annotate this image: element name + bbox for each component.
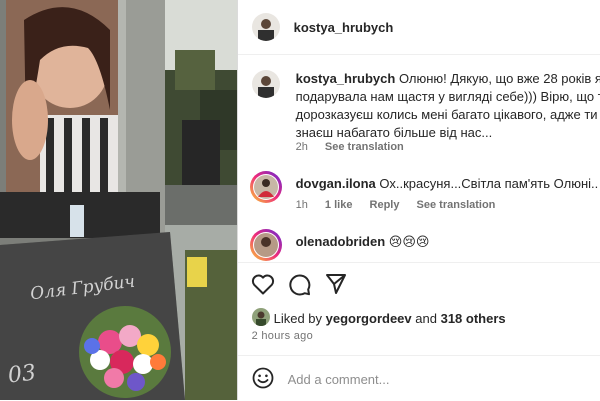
comment-line: Олюню! Дякую, що вже 28 років як	[398, 71, 600, 86]
see-translation-link[interactable]: See translation	[325, 141, 404, 153]
comment-body: Ох..красуня...Світла пам'ять Олюні..	[379, 176, 599, 191]
liked-by-summary: Liked by yegorgordeev and 318 others	[274, 311, 506, 326]
emoji-icon[interactable]	[252, 367, 274, 394]
comment-body: 😢😢😢	[388, 234, 430, 249]
comment-time: 2h	[295, 141, 308, 153]
comment-line: дорозказуєш колись мені багато цікавого,…	[295, 107, 600, 122]
post-header: kostya_hrubych	[237, 0, 600, 55]
comment-username[interactable]: dovgan.ilona	[296, 176, 376, 191]
send-icon[interactable]	[325, 273, 347, 300]
comment-avatar[interactable]	[249, 229, 282, 261]
comment-line: подарувала нам щастя у вигляді себе))) В…	[295, 89, 600, 104]
instagram-post-window: Оля Грубич 03 kostya_hrubych kostya_hrub…	[0, 0, 600, 400]
comment-time: 1h	[295, 199, 308, 211]
comment-text: dovgan.ilona Ох..красуня...Світла пам'ят…	[296, 175, 599, 193]
post-photo[interactable]: Оля Грубич 03	[0, 0, 237, 400]
comment-avatar[interactable]	[249, 171, 282, 203]
comment-username[interactable]: olenadobriden	[296, 234, 386, 249]
comment-text: kostya_hrubych Олюню! Дякую, що вже 28 р…	[296, 70, 600, 142]
comment-like-count[interactable]: 1 like	[325, 199, 353, 211]
comments-panel: kostya_hrubych kostya_hrubych Олюню! Дяк…	[236, 0, 600, 401]
reply-link[interactable]: Reply	[370, 199, 400, 211]
post-actions-bar	[237, 262, 600, 305]
author-avatar[interactable]	[251, 13, 280, 41]
liked-by-prefix: Liked by	[273, 311, 323, 326]
comment-icon[interactable]	[288, 273, 311, 301]
comment-avatar[interactable]	[251, 70, 280, 98]
liked-by-others[interactable]: 318 others	[441, 311, 506, 326]
see-translation-link[interactable]: See translation	[417, 199, 496, 211]
post-timestamp[interactable]: 2 hours ago	[252, 330, 313, 342]
liked-by-user[interactable]: yegorgordeev	[326, 311, 412, 326]
monument-date-fragment: 03	[6, 360, 38, 389]
comment-meta: 1h 1 like Reply See translation	[296, 199, 510, 211]
add-comment-input[interactable]: Add a comment...	[288, 372, 390, 387]
comment-line: знаєш набагато більше від нас...	[295, 125, 493, 140]
memorial-photo-illustration	[0, 0, 237, 400]
comment-text: olenadobriden 😢😢😢	[296, 233, 430, 251]
heart-icon[interactable]	[251, 273, 275, 300]
post-author-username[interactable]: kostya_hrubych	[294, 20, 394, 35]
liked-by-and: and	[415, 311, 437, 326]
comment-meta: 2h See translation	[296, 141, 418, 153]
liker-avatar[interactable]	[251, 308, 270, 326]
add-comment-row: Add a comment...	[237, 355, 600, 401]
comment-username[interactable]: kostya_hrubych	[296, 71, 396, 86]
